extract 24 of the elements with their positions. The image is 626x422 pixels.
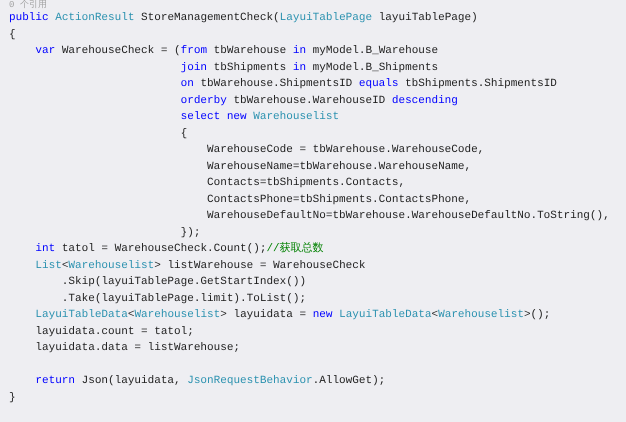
code-line: on tbWarehouse.ShipmentsID equals tbShipments.ShipmentsID xyxy=(180,77,557,92)
code-line: public ActionResult StoreManagementCheck(LayuiTablePage layuiTablePage) xyxy=(9,11,478,26)
code-line: var WarehouseCheck = (from tbWarehouse in myModel.B_Warehouse xyxy=(34,44,438,59)
code-line: List<Warehouselist> listWarehouse = WarehouseCheck xyxy=(34,258,366,274)
code-line: .Take(layuiTablePage.limit).ToList(); xyxy=(60,292,306,306)
code-line: .Skip(layuiTablePage.GetStartIndex()) xyxy=(60,275,306,290)
reference-count[interactable]: 0 个引用 xyxy=(9,0,47,10)
code-line: { xyxy=(9,28,16,42)
code-line: }); xyxy=(180,226,200,240)
code-line: LayuiTableData<Warehouselist> layuidata = new LayuiTableData<Warehouselist>(); xyxy=(34,308,550,323)
code-line: orderby tbWarehouse.WarehouseID descending xyxy=(180,94,458,108)
code-line: WarehouseDefaultNo=tbWarehouse.WarehouseDefaultNo.ToString(), xyxy=(206,209,610,224)
code-line: Contacts=tbShipments.Contacts, xyxy=(206,176,406,191)
code-line: layuidata.count = tatol; xyxy=(34,324,194,340)
code-line: int tatol = WarehouseCheck.Count();//获取总数 xyxy=(34,241,324,257)
code-line: select new Warehouselist xyxy=(180,110,340,125)
code-line: ContactsPhone=tbShipments.ContactsPhone, xyxy=(206,192,472,208)
code-line: WarehouseCode = tbWarehouse.WarehouseCode, xyxy=(206,143,484,158)
code-line: } xyxy=(9,390,16,406)
code-line: join tbShipments in myModel.B_Shipments xyxy=(180,60,438,76)
code-line: return Json(layuidata, JsonRequestBehavior.AllowGet); xyxy=(34,374,386,389)
code-line: { xyxy=(180,126,188,142)
code-line: WarehouseName=tbWarehouse.WarehouseName, xyxy=(206,160,472,174)
code-line: layuidata.data = listWarehouse; xyxy=(34,341,240,356)
